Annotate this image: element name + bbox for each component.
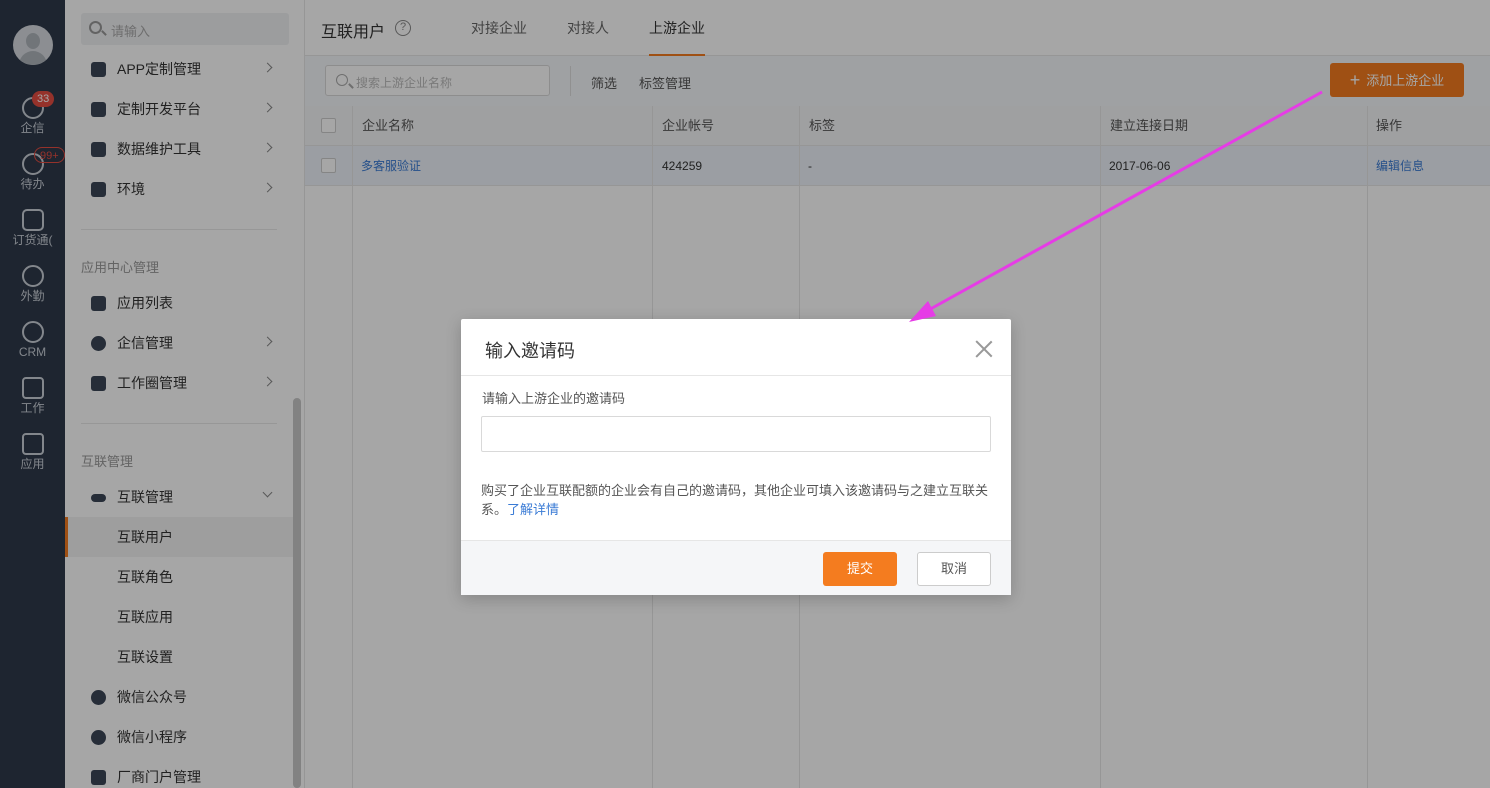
dialog-header: 输入邀请码 xyxy=(461,319,1011,376)
invite-code-dialog: 输入邀请码 请输入上游企业的邀请码 购买了企业互联配额的企业会有自己的邀请码，其… xyxy=(461,319,1011,595)
dialog-footer: 提交 取消 xyxy=(461,540,1011,595)
invite-code-input[interactable] xyxy=(481,416,991,452)
dialog-title: 输入邀请码 xyxy=(485,341,575,361)
learn-more-link[interactable]: 了解详情 xyxy=(507,502,559,517)
close-icon[interactable] xyxy=(975,340,993,358)
invite-code-label: 请输入上游企业的邀请码 xyxy=(482,391,626,406)
submit-button[interactable]: 提交 xyxy=(823,552,897,586)
dialog-description: 购买了企业互联配额的企业会有自己的邀请码，其他企业可填入该邀请码与之建立互联关系… xyxy=(481,483,989,517)
cancel-button[interactable]: 取消 xyxy=(917,552,991,586)
